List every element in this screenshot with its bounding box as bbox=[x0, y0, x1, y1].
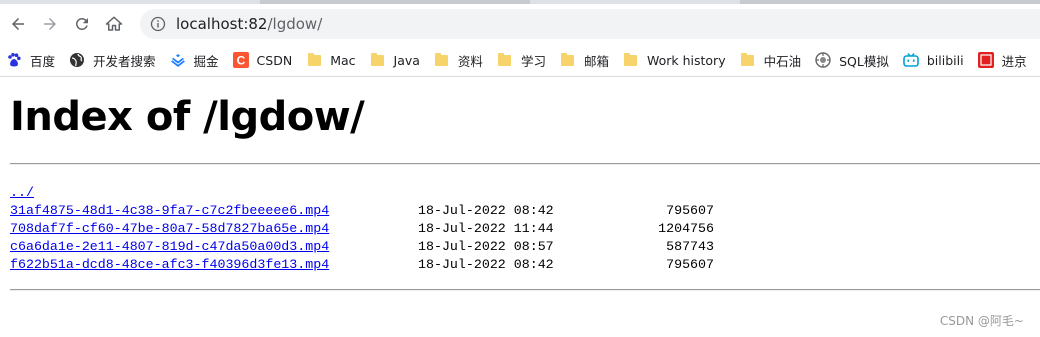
forward-button[interactable] bbox=[36, 10, 64, 38]
bookmark-label: 开发者搜索 bbox=[93, 53, 156, 69]
reload-icon bbox=[75, 17, 88, 30]
bookmark-label: Mac bbox=[330, 52, 356, 68]
file-row: f622b51a-dcd8-48ce-afc3-f40396d3fe13.mp4… bbox=[10, 256, 714, 274]
file-listing: ../ 31af4875-48d1-4c38-9fa7-c7c2fbeeeee6.… bbox=[10, 184, 714, 274]
bookmark-baidu[interactable]: 百度 bbox=[6, 51, 55, 70]
file-date: 18-Jul-2022 08:42 bbox=[418, 203, 554, 218]
file-link[interactable]: 31af4875-48d1-4c38-9fa7-c7c2fbeeeee6.mp4 bbox=[10, 203, 329, 218]
bookmark-label: 进京 bbox=[1001, 53, 1027, 69]
url-host: localhost:82 bbox=[176, 15, 268, 33]
file-size: 1204756 bbox=[658, 221, 714, 236]
url-text[interactable]: localhost:82/lgdow/ bbox=[176, 15, 322, 33]
forward-arrow-icon bbox=[44, 18, 56, 30]
file-row: 31af4875-48d1-4c38-9fa7-c7c2fbeeeee6.mp4… bbox=[10, 202, 714, 220]
globe-icon bbox=[69, 52, 85, 68]
file-size: 587743 bbox=[666, 239, 714, 254]
folder-icon bbox=[434, 52, 450, 68]
baidu-paw-icon bbox=[6, 52, 22, 68]
svg-text:C: C bbox=[236, 54, 245, 68]
bookmark-folder-youxiang[interactable]: 邮箱 bbox=[560, 51, 609, 70]
back-button[interactable] bbox=[4, 10, 32, 38]
red-badge-icon bbox=[977, 52, 994, 68]
juejin-icon bbox=[170, 52, 186, 68]
bookmark-folder-mac[interactable]: Mac bbox=[306, 52, 356, 68]
parent-directory-link[interactable]: ../ bbox=[10, 185, 34, 200]
file-row: c6a6da1e-2e11-4807-819d-c47da50a00d3.mp4… bbox=[10, 238, 714, 256]
bilibili-icon bbox=[903, 52, 919, 68]
bookmarks-bar: 百度 开发者搜索 掘金 C CSDN Mac Java 资料 学习 邮箱 Wor… bbox=[0, 44, 1040, 77]
folder-icon bbox=[623, 52, 639, 68]
folder-icon bbox=[497, 52, 513, 68]
bookmark-sql[interactable]: SQL模拟 bbox=[815, 51, 889, 70]
divider bbox=[10, 289, 1040, 291]
folder-icon bbox=[560, 52, 576, 68]
bookmark-folder-work-history[interactable]: Work history bbox=[623, 52, 726, 68]
page-title: Index of /lgdow/ bbox=[10, 94, 365, 140]
bookmark-csdn[interactable]: C CSDN bbox=[232, 52, 293, 68]
bookmark-dev-search[interactable]: 开发者搜索 bbox=[69, 51, 156, 70]
info-icon[interactable] bbox=[150, 16, 166, 32]
bookmark-jinjing[interactable]: 进京 bbox=[977, 51, 1027, 70]
file-link[interactable]: f622b51a-dcd8-48ce-afc3-f40396d3fe13.mp4 bbox=[10, 257, 329, 272]
file-date: 18-Jul-2022 08:57 bbox=[418, 239, 554, 254]
sql-icon bbox=[815, 52, 831, 68]
bookmark-folder-zhongshiyou[interactable]: 中石油 bbox=[740, 51, 802, 70]
folder-icon bbox=[740, 52, 756, 68]
bookmark-label: SQL模拟 bbox=[839, 53, 889, 69]
bookmark-label: bilibili bbox=[926, 52, 964, 68]
page-content: Index of /lgdow/ bbox=[0, 77, 1040, 139]
bookmark-bilibili[interactable]: bilibili bbox=[903, 52, 964, 68]
bookmark-label: 学习 bbox=[520, 53, 546, 69]
parent-row: ../ bbox=[10, 184, 714, 202]
reload-button[interactable] bbox=[68, 10, 96, 38]
bookmark-juejin[interactable]: 掘金 bbox=[170, 51, 219, 70]
bookmark-label: 掘金 bbox=[193, 53, 219, 69]
folder-icon bbox=[306, 52, 322, 68]
file-date: 18-Jul-2022 11:44 bbox=[418, 221, 554, 236]
home-button[interactable] bbox=[100, 10, 128, 38]
csdn-watermark: CSDN @阿毛~ bbox=[939, 314, 1024, 328]
bookmark-label: 邮箱 bbox=[583, 53, 609, 69]
url-path: /lgdow/ bbox=[267, 15, 323, 33]
bookmark-label: CSDN bbox=[256, 52, 293, 68]
bookmark-label: Java bbox=[393, 52, 420, 68]
csdn-icon: C bbox=[232, 52, 249, 68]
back-arrow-icon bbox=[12, 18, 24, 30]
home-icon bbox=[105, 16, 123, 31]
bookmark-folder-java[interactable]: Java bbox=[370, 52, 420, 68]
file-date: 18-Jul-2022 08:42 bbox=[418, 257, 554, 272]
bookmark-label: Work history bbox=[646, 52, 726, 68]
bookmark-label: 百度 bbox=[30, 53, 56, 69]
file-link[interactable]: c6a6da1e-2e11-4807-819d-c47da50a00d3.mp4 bbox=[10, 239, 329, 254]
file-link[interactable]: 708daf7f-cf60-47be-80a7-58d7827ba65e.mp4 bbox=[10, 221, 329, 236]
divider bbox=[10, 163, 1040, 165]
file-size: 795607 bbox=[666, 203, 714, 218]
folder-icon bbox=[370, 52, 386, 68]
file-row: 708daf7f-cf60-47be-80a7-58d7827ba65e.mp4… bbox=[10, 220, 714, 238]
bookmark-folder-ziliao[interactable]: 资料 bbox=[434, 51, 483, 70]
file-size: 795607 bbox=[666, 257, 714, 272]
browser-toolbar: localhost:82/lgdow/ bbox=[0, 4, 1040, 44]
bookmark-label: 资料 bbox=[457, 53, 483, 69]
bookmark-label: 中石油 bbox=[763, 53, 802, 69]
address-bar[interactable]: localhost:82/lgdow/ bbox=[140, 9, 1040, 39]
bookmark-folder-xuexi[interactable]: 学习 bbox=[497, 51, 546, 70]
